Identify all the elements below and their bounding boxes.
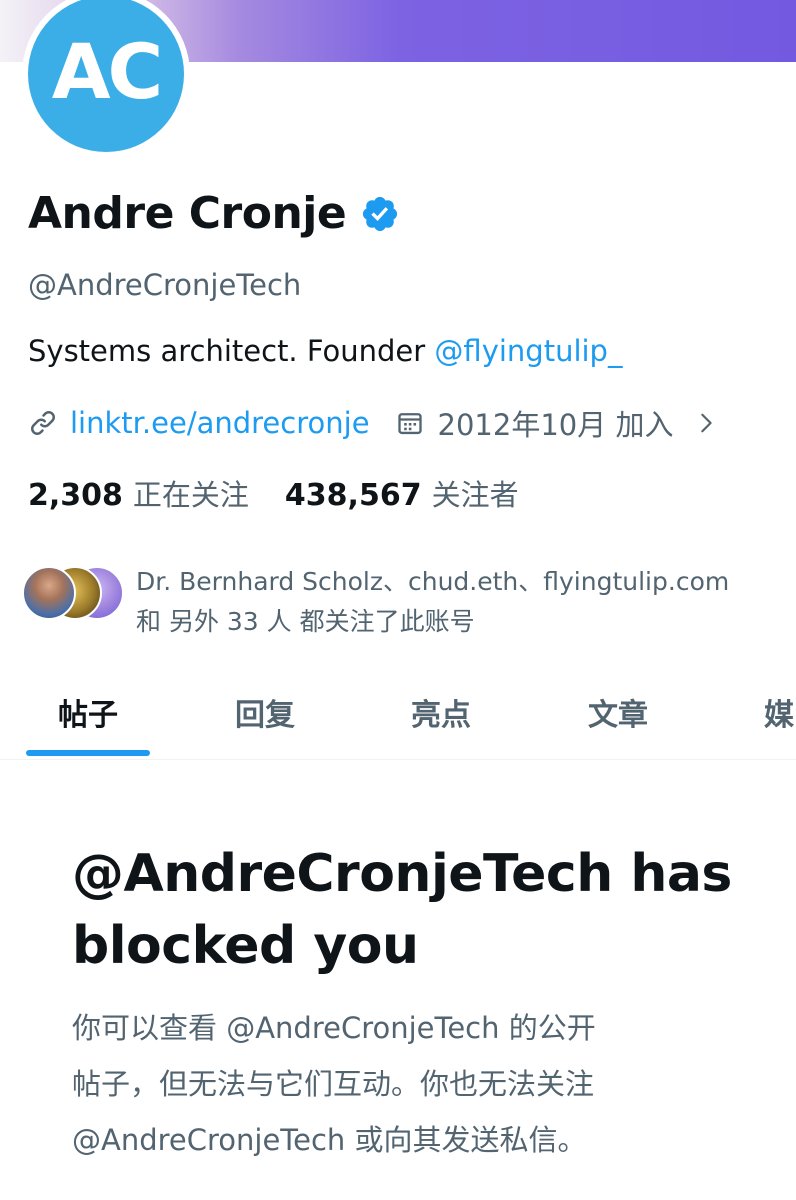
profile-website-link[interactable]: linktr.ee/andrecronje (70, 406, 370, 440)
following-label: 正在关注 (132, 478, 249, 512)
link-icon (31, 411, 55, 435)
blocked-desc-line: 你可以查看 @AndreCronjeTech 的公开 (72, 1011, 596, 1045)
followers-label: 关注者 (431, 478, 519, 512)
calendar-icon (397, 413, 422, 435)
known-followers[interactable]: Dr. Bernhard Scholz、chud.eth、flyingtulip… (22, 562, 729, 642)
profile-bio: Systems architect. Founder @flyingtulip_ (28, 334, 622, 368)
verified-badge-icon[interactable] (360, 194, 400, 234)
profile-tabs: 帖子 回复 亮点 文章 媒 (0, 672, 796, 760)
profile-joined-date: 2012年10月 加入 (437, 408, 674, 442)
profile-name: Andre Cronje (28, 188, 347, 239)
tab-articles[interactable]: 文章 (588, 690, 648, 734)
tab-media[interactable]: 媒 (764, 690, 794, 734)
blocked-desc-line: 帖子，但无法与它们互动。你也无法关注 (72, 1067, 595, 1101)
profile-page: AC Andre Cronje @AndreCronjeTech Systems… (0, 0, 796, 1200)
followers-link[interactable]: 438,567 关注者 (285, 472, 519, 514)
chevron-right-icon[interactable] (695, 412, 717, 434)
known-followers-text: Dr. Bernhard Scholz、chud.eth、flyingtulip… (136, 562, 729, 642)
active-tab-indicator (26, 750, 150, 756)
blocked-title-line: blocked you (72, 916, 419, 976)
tab-replies[interactable]: 回复 (235, 690, 295, 734)
known-followers-avatars (22, 562, 128, 620)
blocked-title-line: @AndreCronjeTech has (72, 844, 732, 904)
bio-text: Systems architect. Founder (28, 334, 435, 368)
followers-count: 438,567 (284, 478, 422, 513)
profile-handle: @AndreCronjeTech (28, 268, 302, 302)
avatar-initials: AC (51, 26, 164, 116)
following-count: 2,308 (28, 478, 123, 513)
profile-stats: 2,308 正在关注 438,567 关注者 (28, 472, 519, 514)
blocked-message-description: 你可以查看 @AndreCronjeTech 的公开 帖子，但无法与它们互动。你… (72, 1000, 596, 1168)
bio-mention-link[interactable]: @flyingtulip_ (434, 334, 622, 368)
following-link[interactable]: 2,308 正在关注 (28, 472, 249, 514)
known-followers-summary: 和 另外 33 人 都关注了此账号 (136, 607, 475, 636)
profile-name-row: Andre Cronje (28, 188, 400, 239)
known-follower-avatar (22, 566, 76, 620)
blocked-message-title: @AndreCronjeTech has blocked you (72, 838, 772, 982)
profile-meta: linktr.ee/andrecronje 2012年10月 加入 (28, 402, 717, 444)
tab-posts[interactable]: 帖子 (58, 690, 118, 734)
blocked-desc-line: @AndreCronjeTech 或向其发送私信。 (72, 1123, 587, 1157)
known-followers-names: Dr. Bernhard Scholz、chud.eth、flyingtulip… (136, 567, 730, 596)
tab-highlights[interactable]: 亮点 (411, 690, 471, 734)
avatar[interactable]: AC (28, 0, 184, 152)
